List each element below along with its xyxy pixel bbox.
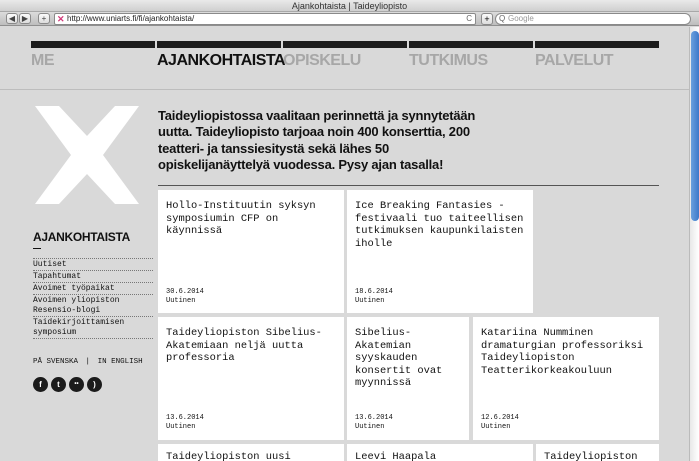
back-button[interactable]: ◀: [6, 13, 18, 24]
news-card-category: Uutinen: [355, 297, 385, 305]
nav-bar: [31, 41, 155, 48]
nav-bar: [157, 41, 281, 48]
news-card[interactable]: Sibelius-Akatemian syyskauden konsertit …: [347, 317, 469, 440]
nav-label: TUTKIMUS: [409, 52, 488, 69]
news-card-title: Taideyliopiston: [544, 451, 638, 461]
news-card[interactable]: Hollo-Instituutin syksyn symposiumin CFP…: [158, 190, 344, 313]
intro-divider: [158, 185, 659, 186]
sidebar-heading-dash: [33, 248, 41, 249]
nav-label: PALVELUT: [535, 52, 614, 69]
news-card-title: Hollo-Instituutin syksyn symposiumin CFP…: [166, 200, 316, 237]
news-card-title: Sibelius-Akatemian syyskauden konsertit …: [355, 327, 443, 389]
uniarts-logo-icon[interactable]: [31, 106, 143, 209]
nav-bar: [535, 41, 659, 48]
facebook-icon[interactable]: f: [33, 377, 48, 392]
lang-english-link[interactable]: IN ENGLISH: [98, 358, 143, 366]
news-card-category: Uutinen: [481, 423, 511, 431]
search-input[interactable]: Q Google: [495, 13, 691, 25]
news-card-date: 12.6.2014: [481, 414, 519, 422]
language-links: PÅ SVENSKA | IN ENGLISH: [33, 358, 143, 366]
sidebar-heading: AJANKOHTAISTA: [33, 230, 130, 244]
news-card[interactable]: Taideyliopiston uusi: [158, 444, 344, 461]
news-card[interactable]: Leevi Haapala: [347, 444, 533, 461]
news-card-title: Katariina Numminen dramaturgian professo…: [481, 327, 644, 377]
intro-text: Taideyliopistossa vaalitaan perinnettä j…: [158, 108, 476, 172]
nav-bar: [283, 41, 407, 48]
news-card[interactable]: Taideyliopiston: [536, 444, 659, 461]
news-card-category: Uutinen: [355, 423, 385, 431]
sidebar-item-uutiset[interactable]: Uutiset: [33, 258, 153, 270]
news-card-category: Uutinen: [166, 297, 196, 305]
lang-separator: |: [85, 358, 91, 366]
news-card-title: Ice Breaking Fantasies - festivaali tuo …: [355, 200, 524, 250]
flickr-icon[interactable]: ••: [69, 377, 84, 392]
news-card[interactable]: Taideyliopiston Sibelius-Akatemiaan nelj…: [158, 317, 344, 440]
news-card-date: 13.6.2014: [355, 414, 393, 422]
twitter-icon[interactable]: t: [51, 377, 66, 392]
nav-label: AJANKOHTAISTA: [157, 52, 286, 69]
sidebar-item-resensio-blogi[interactable]: Avoimen yliopiston Resensio-blogi: [33, 294, 153, 316]
new-tab-button[interactable]: +: [481, 13, 493, 25]
news-card[interactable]: Ice Breaking Fantasies - festivaali tuo …: [347, 190, 533, 313]
nav-label: OPISKELU: [283, 52, 361, 69]
header-divider: [0, 89, 689, 90]
url-text: http://www.uniarts.fi/fi/ajankohtaista/: [67, 14, 195, 23]
news-card-title: Taideyliopiston uusi: [166, 451, 291, 461]
favicon-icon: ✕: [57, 14, 65, 24]
sidebar-item-symposium[interactable]: Taidekirjoittamisen symposium: [33, 316, 153, 339]
add-bookmark-button[interactable]: +: [38, 13, 50, 24]
news-card-title: Taideyliopiston Sibelius-Akatemiaan nelj…: [166, 327, 322, 364]
news-card-date: 30.6.2014: [166, 288, 204, 296]
forward-button[interactable]: ▶: [19, 13, 31, 24]
news-card[interactable]: Katariina Numminen dramaturgian professo…: [473, 317, 659, 440]
sidebar-item-tyopaikat[interactable]: Avoimet työpaikat: [33, 282, 153, 294]
news-card-date: 13.6.2014: [166, 414, 204, 422]
lang-swedish-link[interactable]: PÅ SVENSKA: [33, 358, 78, 366]
nav-bar: [409, 41, 533, 48]
scrollbar-thumb[interactable]: [691, 31, 699, 221]
news-card-date: 18.6.2014: [355, 288, 393, 296]
news-card-category: Uutinen: [166, 423, 196, 431]
sidebar-item-tapahtumat[interactable]: Tapahtumat: [33, 270, 153, 282]
news-card-title: Leevi Haapala: [355, 451, 437, 461]
search-placeholder: Google: [508, 14, 534, 23]
nav-label: ME: [31, 52, 55, 69]
reload-icon[interactable]: C: [466, 14, 472, 24]
url-field[interactable]: ✕ http://www.uniarts.fi/fi/ajankohtaista…: [54, 13, 476, 25]
search-icon: Q: [499, 14, 506, 23]
browser-toolbar: ◀ ▶ + ✕ http://www.uniarts.fi/fi/ajankoh…: [0, 12, 699, 26]
vertical-scrollbar[interactable]: [689, 27, 699, 461]
window-title: Ajankohtaista | Taideyliopisto: [0, 0, 699, 12]
rss-icon[interactable]: ): [87, 377, 102, 392]
sidebar-menu: Uutiset Tapahtumat Avoimet työpaikat Avo…: [33, 258, 153, 339]
